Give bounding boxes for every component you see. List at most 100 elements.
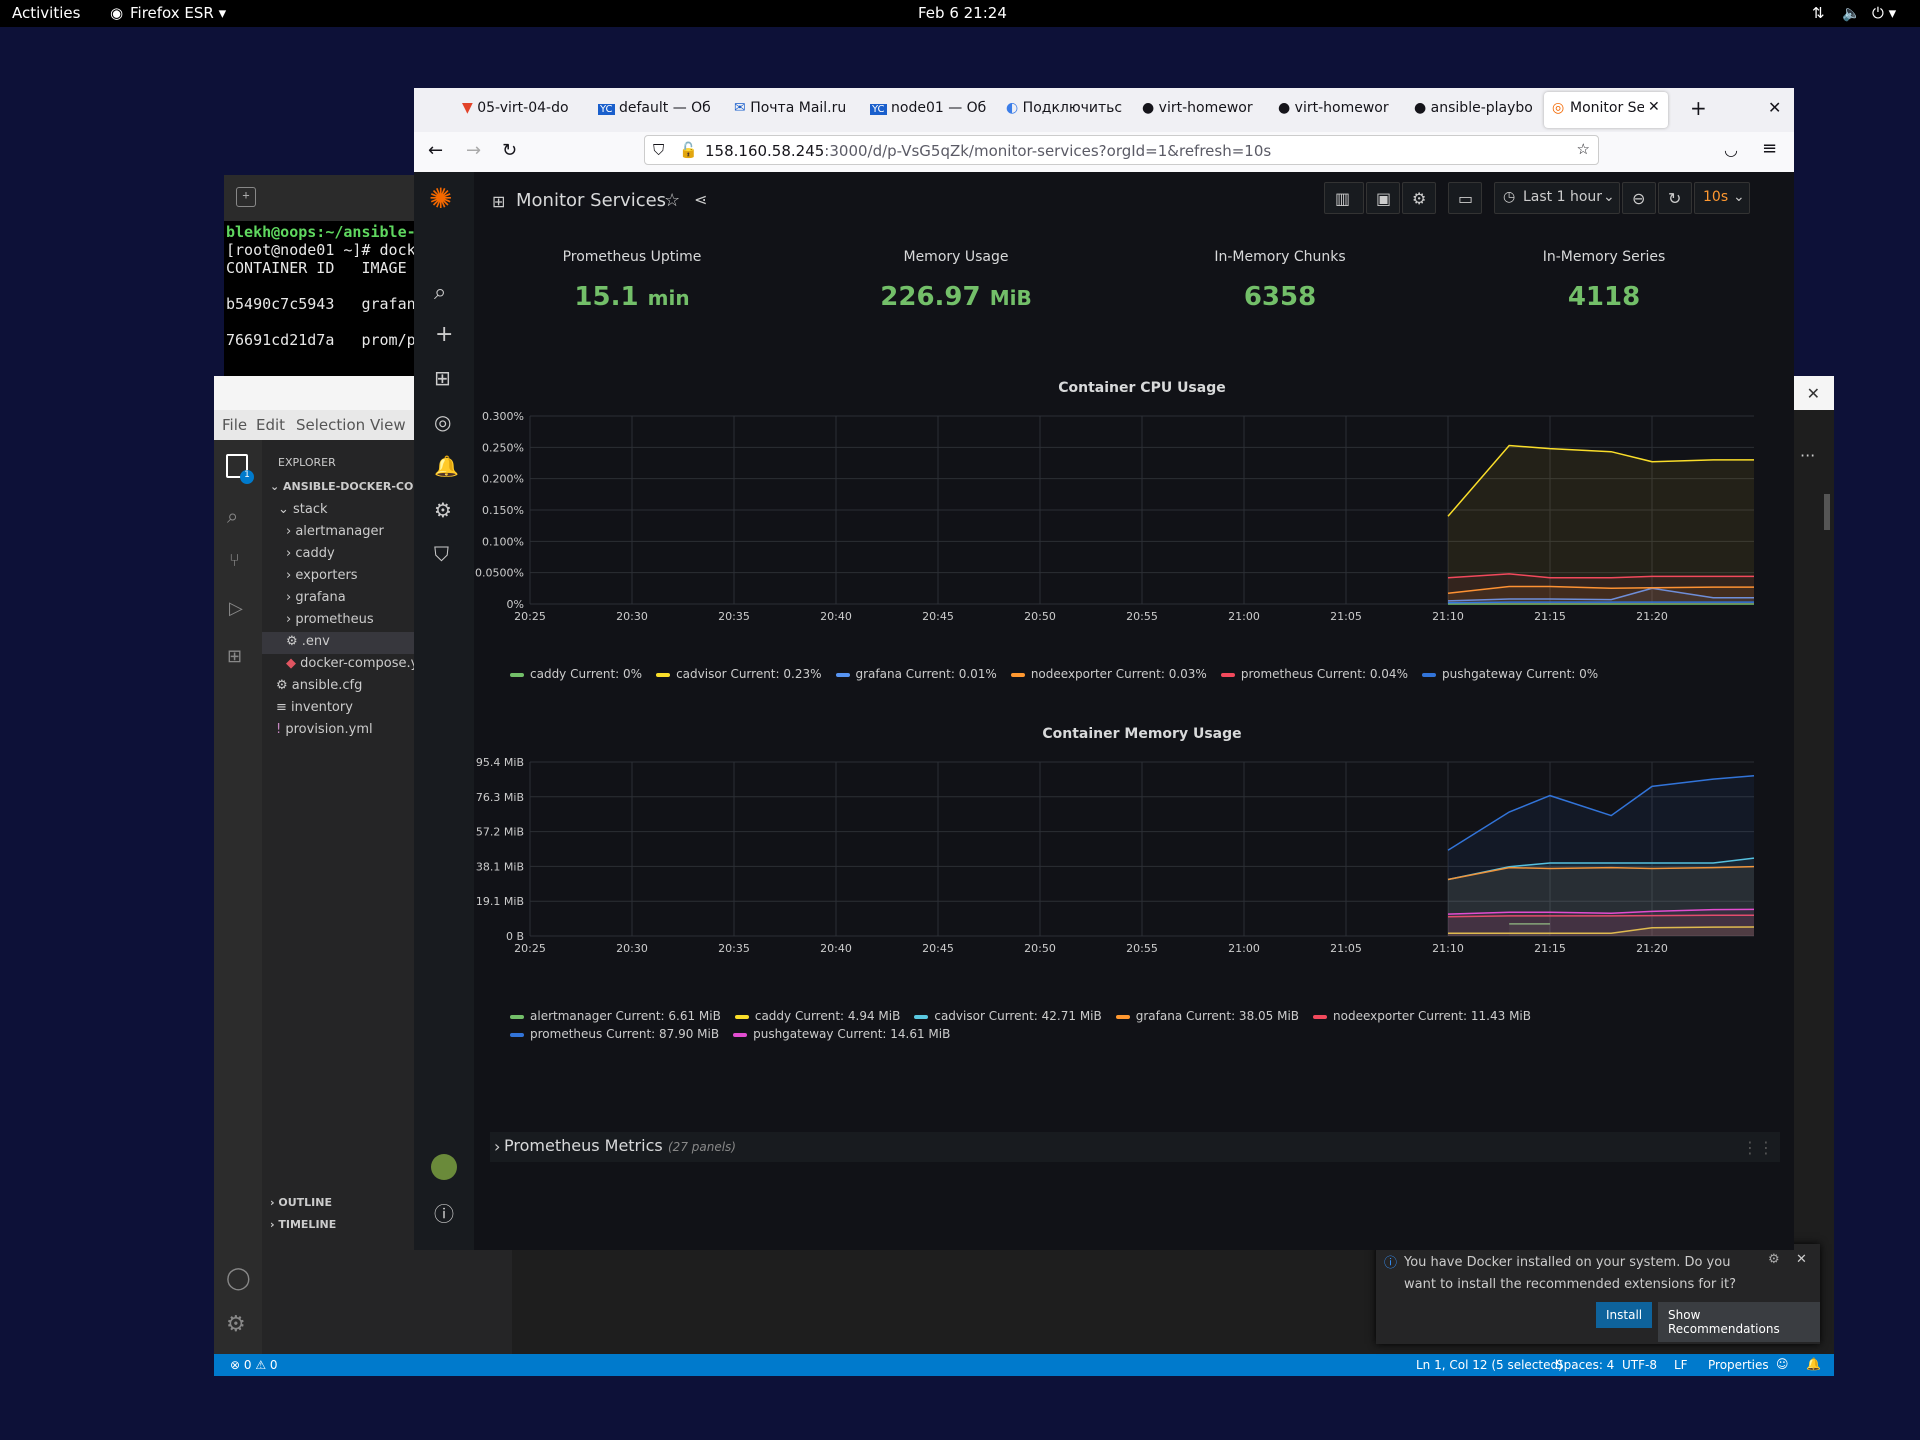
project-folder[interactable]: ⌄ ANSIBLE-DOCKER-COMP	[270, 480, 432, 493]
chevron-right-icon: ›	[494, 1137, 501, 1156]
legend-item-pushgateway[interactable]: pushgateway Current: 14.61 MiB	[733, 1025, 950, 1043]
tab-gitlab[interactable]: ▼ 05-virt-04-do	[462, 100, 582, 116]
legend-item-grafana[interactable]: grafana Current: 0.01%	[835, 667, 997, 681]
tree-item-prometheus[interactable]: › prometheus	[286, 612, 374, 627]
menu-selection[interactable]: Selection	[296, 416, 365, 434]
search-icon[interactable]: ⌕	[227, 504, 238, 528]
tree-item-docker-compose[interactable]: ◆ docker-compose.ya	[286, 656, 426, 671]
outline-section[interactable]: › OUTLINE	[270, 1196, 332, 1209]
tab-github-3[interactable]: ● ansible-playbo	[1414, 100, 1534, 116]
tree-item-inventory[interactable]: ≡ inventory	[276, 700, 353, 715]
more-actions-icon[interactable]: ···	[1800, 446, 1815, 465]
menu-hamburger-icon[interactable]: ≡	[1762, 138, 1777, 159]
network-icon[interactable]: ⇅	[1812, 4, 1825, 22]
tab-bar: ▼ 05-virt-04-do YC default — Об ✉ Почта …	[414, 88, 1794, 132]
manage-gear-icon[interactable]: ⚙	[226, 1312, 246, 1337]
notification-close-icon[interactable]: ✕	[1796, 1252, 1807, 1267]
y-tick-label: 0.0500%	[475, 567, 524, 580]
shield-icon: ⛉	[653, 141, 665, 159]
url-bar[interactable]: ⛉ 🔓 158.160.58.245:3000/d/p-VsG5qZk/moni…	[644, 135, 1599, 165]
run-debug-icon[interactable]: ▷	[229, 598, 243, 619]
window-close-icon[interactable]: ✕	[1768, 98, 1781, 117]
tree-item-provision[interactable]: ! provision.yml	[276, 722, 373, 737]
legend-item-prometheus[interactable]: prometheus Current: 0.04%	[1220, 667, 1408, 681]
editor-scrollbar[interactable]	[1824, 494, 1830, 530]
bookmark-star-icon[interactable]: ☆	[1577, 140, 1590, 158]
new-tab-icon[interactable]: +	[236, 187, 256, 207]
row-prometheus-metrics[interactable]: › Prometheus Metrics (27 panels) ⋮⋮	[490, 1132, 1780, 1162]
timeline-section[interactable]: › TIMELINE	[270, 1218, 336, 1231]
tab-yc-default[interactable]: YC default — Об	[598, 100, 718, 116]
volume-icon[interactable]: 🔈	[1842, 4, 1861, 22]
extensions-icon[interactable]: ⊞	[227, 646, 242, 667]
tree-item-grafana[interactable]: › grafana	[286, 590, 346, 605]
legend-item-nodeexporter[interactable]: nodeexporter Current: 0.03%	[1010, 667, 1207, 681]
legend-item-nodeexporter[interactable]: nodeexporter Current: 11.43 MiB	[1313, 1007, 1531, 1025]
back-icon[interactable]: ←	[428, 140, 443, 161]
menu-file[interactable]: File	[222, 416, 247, 434]
activities-button[interactable]: Activities	[12, 4, 80, 22]
notifications-icon[interactable]: 🔔	[1806, 1357, 1821, 1371]
line-ending[interactable]: LF	[1674, 1358, 1688, 1372]
cursor-position[interactable]: Ln 1, Col 12 (5 selected)	[1416, 1358, 1563, 1372]
reload-icon[interactable]: ↻	[502, 140, 517, 161]
tab-github-1[interactable]: ● virt-homewor	[1142, 100, 1262, 116]
drag-handle-icon[interactable]: ⋮⋮	[1742, 1138, 1774, 1157]
legend-item-cadvisor[interactable]: cadvisor Current: 42.71 MiB	[914, 1007, 1102, 1025]
tree-item-stack[interactable]: ⌄ stack	[278, 502, 328, 517]
legend-item-grafana[interactable]: grafana Current: 38.05 MiB	[1115, 1007, 1299, 1025]
terminal-header: +	[224, 175, 444, 221]
accounts-icon[interactable]: ◯	[226, 1266, 251, 1291]
new-tab-icon[interactable]: +	[1690, 96, 1707, 120]
github-icon: ●	[1278, 100, 1291, 116]
firefox-window[interactable]: ▼ 05-virt-04-do YC default — Об ✉ Почта …	[414, 88, 1794, 1250]
legend-swatch	[1421, 672, 1436, 677]
language-mode[interactable]: Properties	[1708, 1358, 1769, 1372]
install-button[interactable]: Install	[1596, 1302, 1653, 1328]
close-icon[interactable]: ✕	[1807, 384, 1820, 403]
tree-item-caddy[interactable]: › caddy	[286, 546, 335, 561]
row-title: Prometheus Metrics	[504, 1136, 663, 1155]
forward-icon[interactable]: →	[466, 140, 481, 161]
tab-monitor-services-active[interactable]: ◎ Monitor Ser ✕	[1544, 92, 1668, 128]
menu-edit[interactable]: Edit	[256, 416, 285, 434]
tab-yc-node01[interactable]: YC node01 — Об	[870, 100, 990, 116]
clock[interactable]: Feb 6 21:24	[918, 4, 1007, 22]
tab-close-icon[interactable]: ✕	[1648, 99, 1660, 115]
power-icon[interactable]: ⏻ ▾	[1872, 4, 1896, 22]
show-recommendations-button[interactable]: Show Recommendations	[1658, 1302, 1820, 1342]
legend-item-prometheus[interactable]: prometheus Current: 87.90 MiB	[510, 1025, 719, 1043]
legend-item-caddy[interactable]: caddy Current: 0%	[510, 667, 642, 681]
feedback-icon[interactable]: ☺	[1776, 1357, 1789, 1371]
tab-connect[interactable]: ◐ Подключитьс	[1006, 100, 1126, 116]
charts-canvas[interactable]: Container CPU Usage0%0.0500%0.100%0.150%…	[414, 172, 1794, 1250]
explorer-icon[interactable]: 1	[226, 454, 254, 484]
project-name: ANSIBLE-DOCKER-COMP	[283, 480, 433, 493]
legend-item-caddy[interactable]: caddy Current: 4.94 MiB	[734, 1007, 900, 1025]
tree-item-exporters[interactable]: › exporters	[286, 568, 358, 583]
app-menu[interactable]: Firefox ESR ▾	[130, 4, 226, 22]
legend-swatch	[1010, 672, 1025, 677]
tab-mailru[interactable]: ✉ Почта Mail.ru	[734, 100, 854, 116]
tree-item-alertmanager[interactable]: › alertmanager	[286, 524, 384, 539]
legend-current-value: Current: 0.23%	[730, 667, 822, 681]
legend-swatch	[510, 1014, 524, 1019]
legend-item-alertmanager[interactable]: alertmanager Current: 6.61 MiB	[510, 1007, 721, 1025]
docker-icon: ◆	[286, 656, 296, 671]
notification-gear-icon[interactable]: ⚙	[1768, 1252, 1780, 1267]
legend-current-value: Current: 0.03%	[1115, 667, 1207, 681]
indentation[interactable]: Spaces: 4	[1556, 1358, 1614, 1372]
menu-view[interactable]: View	[370, 416, 406, 434]
legend-item-cadvisor[interactable]: cadvisor Current: 0.23%	[656, 667, 822, 681]
x-tick-label: 20:35	[718, 942, 750, 955]
encoding[interactable]: UTF-8	[1622, 1358, 1657, 1372]
tab-label: default — Об	[619, 100, 711, 116]
pocket-icon[interactable]: ◡	[1724, 140, 1738, 159]
tree-label: alertmanager	[295, 524, 384, 539]
terminal-window[interactable]: + blekh@oops:~/ansible- [root@node01 ~]#…	[224, 175, 444, 385]
problems-indicator[interactable]: ⊗ 0 ⚠ 0	[230, 1358, 278, 1372]
legend-item-pushgateway[interactable]: pushgateway Current: 0%	[1421, 667, 1598, 681]
tree-item-ansible-cfg[interactable]: ⚙ ansible.cfg	[276, 678, 362, 693]
source-control-icon[interactable]: ⑂	[229, 550, 240, 571]
tab-github-2[interactable]: ● virt-homewor	[1278, 100, 1398, 116]
